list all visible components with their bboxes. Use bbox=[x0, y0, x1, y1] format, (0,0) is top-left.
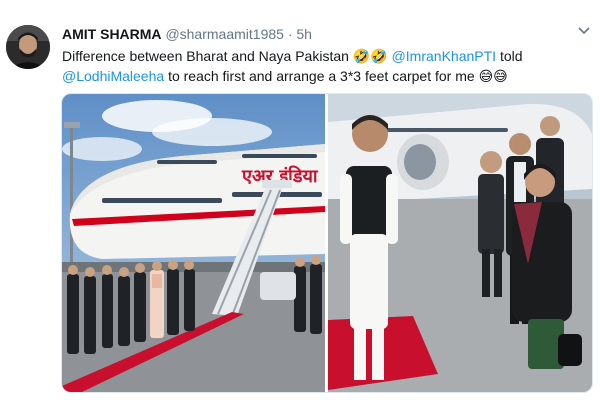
tweet-text: Difference between Bharat and Naya Pakis… bbox=[62, 46, 582, 86]
media-grid: एअर इंडिया bbox=[61, 93, 593, 393]
photo-small-carpet-arrival[interactable] bbox=[328, 94, 592, 392]
mention-imrankhanpti[interactable]: @ImranKhanPTI bbox=[392, 48, 496, 64]
rofl-emoji-icon: 🤣🤣 bbox=[352, 48, 388, 64]
tweet-text-part3: to reach first and arrange a 3*3 feet ca… bbox=[168, 68, 475, 84]
mention-lodhimaleeha[interactable]: @LodhiMaleeha bbox=[62, 68, 164, 84]
tweet-header: AMIT SHARMA @sharmaamit1985 · 5h bbox=[62, 26, 312, 42]
separator-dot: · bbox=[287, 26, 293, 42]
tweet-card[interactable]: AMIT SHARMA @sharmaamit1985 · 5h Differe… bbox=[0, 0, 600, 400]
author-handle[interactable]: @sharmaamit1985 bbox=[165, 26, 284, 42]
avatar[interactable] bbox=[6, 25, 50, 69]
chevron-down-icon[interactable] bbox=[578, 26, 590, 36]
tweet-text-part1: Difference between Bharat and Naya Pakis… bbox=[62, 48, 349, 64]
sweat-smile-emoji-icon: 😅😅 bbox=[478, 68, 508, 84]
small-carpet-photo bbox=[328, 94, 592, 392]
author-name[interactable]: AMIT SHARMA bbox=[62, 26, 162, 42]
photo-air-india-arrival[interactable]: एअर इंडिया bbox=[62, 94, 325, 392]
tweet-timestamp[interactable]: 5h bbox=[296, 26, 312, 42]
tweet-text-part2: told bbox=[499, 48, 523, 64]
avatar-image bbox=[6, 25, 50, 69]
air-india-photo: एअर इंडिया bbox=[62, 94, 325, 392]
